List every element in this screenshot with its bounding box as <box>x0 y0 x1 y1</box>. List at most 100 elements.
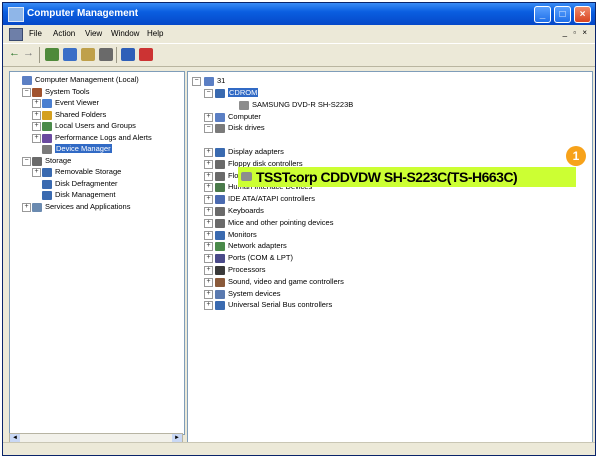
scan-hardware-icon[interactable] <box>139 48 153 61</box>
menu-bar: File Action View Window Help _ ▫ × <box>3 25 595 43</box>
device-label: Computer <box>228 111 261 121</box>
computer-management-window: Computer Management _ □ × File Action Vi… <box>2 2 596 456</box>
device-label: Network adapters <box>228 241 287 251</box>
help-icon[interactable] <box>121 48 135 61</box>
toolbar: ← → <box>3 43 595 67</box>
expand-expander[interactable]: + <box>204 159 213 169</box>
system-tools-icon <box>32 87 42 97</box>
expand-expander[interactable]: + <box>204 266 213 275</box>
toolbar-separator <box>116 47 117 63</box>
tree-item-label: System Tools <box>45 86 90 96</box>
highlighted-device-name[interactable]: TSSTcorp CDDVDW SH-S223C(TS-H663C) <box>256 169 518 185</box>
window-title: Computer Management <box>27 8 139 19</box>
expand-expander[interactable]: + <box>32 168 41 177</box>
close-button[interactable]: × <box>574 6 591 23</box>
device-label: Disk drives <box>228 123 265 133</box>
expand-expander[interactable]: + <box>204 207 213 216</box>
expand-expander[interactable]: + <box>204 195 213 205</box>
status-bar <box>3 442 595 455</box>
device-category-icon <box>215 171 225 181</box>
expand-expander[interactable]: + <box>204 254 213 264</box>
expand-expander[interactable]: + <box>204 242 213 252</box>
collapse-expander[interactable]: − <box>204 124 213 134</box>
device-category-icon <box>215 254 225 264</box>
device-category-icon <box>215 242 225 252</box>
console-tree-pane[interactable]: Computer Management (Local) − System Tools… <box>9 71 185 435</box>
tree-item-label: Removable Storage <box>55 167 122 176</box>
device-category-icon <box>215 266 225 275</box>
device-label: Ports (COM & LPT) <box>228 253 294 263</box>
performance-icon <box>42 133 52 143</box>
show-hide-tree-icon[interactable] <box>63 48 77 61</box>
expand-expander[interactable]: + <box>204 112 213 122</box>
tree-item-label: Computer Management (Local) <box>35 75 139 84</box>
back-arrow-icon[interactable]: ← <box>9 47 23 60</box>
tree-item-label: Event Viewer <box>55 98 100 107</box>
expand-expander[interactable]: + <box>32 122 41 131</box>
expand-expander[interactable]: + <box>204 230 213 240</box>
collapse-expander[interactable]: − <box>22 156 31 166</box>
device-category-icon <box>215 148 225 157</box>
menu-file[interactable]: File <box>29 29 42 38</box>
expand-expander[interactable]: + <box>32 110 41 120</box>
collapse-expander[interactable]: − <box>192 77 201 86</box>
device-label: Mice and other pointing devices <box>228 217 334 227</box>
expand-expander[interactable]: + <box>204 277 213 287</box>
device-category-icon <box>215 124 225 134</box>
menu-help[interactable]: Help <box>147 29 163 38</box>
storage-icon <box>32 156 42 166</box>
tree-item-label: Storage <box>45 155 72 165</box>
expand-expander[interactable]: + <box>204 289 213 299</box>
device-tree-pane[interactable]: − 31 − CDROM SAMSUNG DVD-R SH-S223B + Comput… <box>187 71 593 445</box>
tree-item-label: Shared Folders <box>55 109 107 119</box>
tree-item-label: Services and Applications <box>45 201 131 211</box>
device-category-icon <box>215 195 225 205</box>
defrag-icon <box>42 179 52 189</box>
collapse-expander[interactable]: − <box>22 87 31 97</box>
menu-view[interactable]: View <box>85 29 102 38</box>
device-label: System devices <box>228 288 281 298</box>
maximize-button[interactable]: □ <box>554 6 571 23</box>
dvd-drive-icon <box>241 172 252 181</box>
device-category-icon <box>215 159 225 169</box>
device-label: Sound, video and game controllers <box>228 276 344 286</box>
expand-expander[interactable]: + <box>22 202 31 212</box>
properties-icon[interactable] <box>81 48 95 61</box>
title-bar[interactable]: Computer Management _ □ × <box>3 3 595 25</box>
mdi-window-controls[interactable]: _ ▫ × <box>563 28 589 37</box>
expand-expander[interactable]: + <box>32 133 41 143</box>
scroll-right-arrow[interactable]: ► <box>172 434 182 442</box>
expand-expander[interactable]: + <box>204 171 213 181</box>
device-category-icon <box>215 301 225 311</box>
device-label: Keyboards <box>228 206 264 215</box>
print-icon[interactable] <box>99 48 113 61</box>
minimize-button[interactable]: _ <box>534 6 551 23</box>
tree-item-label: Local Users and Groups <box>55 121 136 130</box>
forward-arrow-icon[interactable]: → <box>23 47 37 60</box>
tree-item-label: Performance Logs and Alerts <box>55 132 152 142</box>
removable-storage-icon <box>42 168 52 177</box>
collapse-expander[interactable]: − <box>204 89 213 98</box>
services-icon <box>32 202 42 212</box>
scroll-left-arrow[interactable]: ◄ <box>10 434 20 442</box>
device-category-icon <box>239 100 249 110</box>
device-label: CDROM <box>228 88 259 97</box>
expand-expander[interactable]: + <box>204 218 213 228</box>
menu-window[interactable]: Window <box>111 29 139 38</box>
mdi-child-icon[interactable] <box>9 28 23 41</box>
expand-expander[interactable]: + <box>204 148 213 157</box>
expand-expander[interactable]: + <box>204 183 213 193</box>
toolbar-separator <box>39 47 40 63</box>
expand-expander[interactable]: + <box>204 301 213 311</box>
up-one-level-icon[interactable] <box>45 48 59 61</box>
device-label: Display adapters <box>228 147 284 156</box>
event-viewer-icon <box>42 99 52 108</box>
disk-management-icon <box>42 191 52 200</box>
tree-item-label: Device Manager <box>55 144 112 153</box>
device-category-icon <box>215 207 225 216</box>
tree-item-label: Disk Defragmenter <box>55 178 118 188</box>
expand-expander[interactable]: + <box>32 99 41 108</box>
menu-action[interactable]: Action <box>53 29 75 38</box>
users-icon <box>42 122 52 131</box>
device-category-icon <box>215 89 225 98</box>
